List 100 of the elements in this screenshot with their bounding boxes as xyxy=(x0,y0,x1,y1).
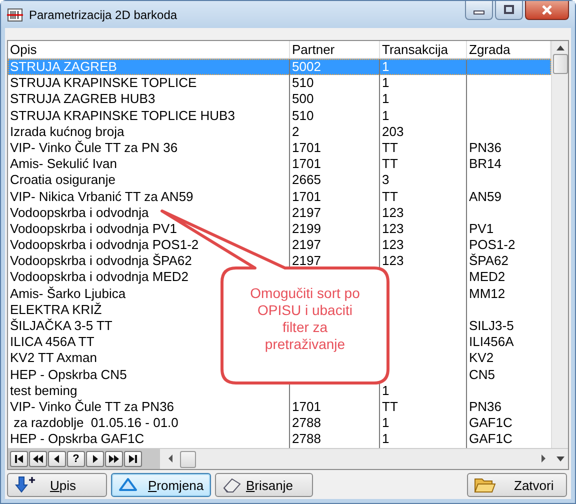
column-header[interactable]: Opis xyxy=(8,41,290,58)
window-title: Parametrizacija 2D barkoda xyxy=(29,8,178,22)
close-window-button[interactable]: Zatvori xyxy=(467,473,567,497)
scroll-down-icon[interactable] xyxy=(556,456,564,462)
table-cell: HEP - Opskrba CN5 xyxy=(10,366,127,382)
horizontal-scrollbar[interactable] xyxy=(160,449,552,469)
add-button[interactable]: Upis xyxy=(7,473,107,497)
table-cell: Vodoopskrba i odvodnja POS1-2 xyxy=(10,237,199,252)
triangle-icon xyxy=(118,477,138,493)
table-cell: MM12 xyxy=(469,286,506,301)
table-cell: 510 xyxy=(292,108,314,123)
first-record-button[interactable] xyxy=(10,451,28,467)
previous-record-button[interactable] xyxy=(48,451,66,467)
table-cell: 5002 xyxy=(292,59,321,74)
table-cell: 2199 xyxy=(292,220,321,236)
table-cell: 2197 xyxy=(292,204,321,220)
scroll-right-icon[interactable] xyxy=(541,454,546,463)
table-cell: TT xyxy=(382,140,398,155)
eraser-icon xyxy=(222,476,242,494)
table-cell: 2197 xyxy=(292,237,321,252)
table-cell: 2788 xyxy=(292,415,321,430)
table-cell: ŠPA62 xyxy=(469,253,509,268)
table-cell: 203 xyxy=(382,124,404,139)
scroll-thumb[interactable] xyxy=(552,54,568,74)
table-cell: ŠILJAČKA 3-5 TT xyxy=(10,318,112,333)
table-cell: Amis- Šarko Ljubica xyxy=(10,286,126,301)
table-cell: Amis- Sekulić Ivan xyxy=(10,156,117,172)
scroll-thumb[interactable] xyxy=(180,451,196,468)
table-cell: Croatia osiguranje xyxy=(10,172,116,188)
column-header[interactable]: Partner xyxy=(290,41,380,58)
close-icon xyxy=(540,5,554,15)
table-cell: 1 xyxy=(382,59,390,74)
scroll-left-icon[interactable] xyxy=(168,454,173,463)
table-cell: 3 xyxy=(382,172,390,188)
callout-text: Omogučiti sort po OPISU i ubaciti filter za pretraživanje xyxy=(249,285,361,353)
next-page-button[interactable] xyxy=(105,451,123,467)
table-cell: 1 xyxy=(382,382,390,398)
table-cell: 2 xyxy=(292,124,300,139)
table-cell: 123 xyxy=(382,237,404,252)
column-header[interactable]: Transakcija xyxy=(380,41,467,58)
minimize-button[interactable] xyxy=(465,1,493,20)
table-cell: 1 xyxy=(382,415,390,430)
table-cell: HEP - Opskrba GAF1C xyxy=(10,431,144,446)
table-cell: SILJ3-5 xyxy=(469,318,514,333)
table-cell-text: za razdoblje 01.05.16 - 01.0 xyxy=(12,415,178,430)
table-cell: 2788 xyxy=(292,431,321,446)
delete-button[interactable]: Brisanje xyxy=(215,473,313,497)
folder-icon xyxy=(474,476,496,494)
double-right-icon xyxy=(108,453,120,465)
table-cell: AN59 xyxy=(469,188,502,204)
double-left-icon xyxy=(32,453,44,465)
table-cell: 500 xyxy=(292,91,314,106)
table-cell: Vodoopskrba i odvodnja MED2 xyxy=(10,269,189,284)
table-cell: ILI456A xyxy=(469,334,514,350)
table-cell: BR14 xyxy=(469,156,502,172)
table-cell: GAF1C xyxy=(469,431,512,446)
help-button[interactable]: ? xyxy=(67,451,85,467)
table-cell: VIP- Vinko Čule TT za PN36 xyxy=(10,398,174,414)
table-cell: PN36 xyxy=(469,398,502,414)
table-cell: 123 xyxy=(382,253,404,268)
next-record-button[interactable] xyxy=(86,451,104,467)
table-cell: STRUJA KRAPINSKE TOPLICE xyxy=(10,75,197,90)
table-cell: PN36 xyxy=(469,140,502,155)
table-cell: 123 xyxy=(382,204,404,220)
table-cell: 510 xyxy=(292,75,314,90)
arrow-plus-icon xyxy=(14,476,36,494)
last-record-button[interactable] xyxy=(124,451,142,467)
table-cell: 1 xyxy=(382,431,390,446)
table-cell: 1701 xyxy=(292,140,321,155)
skip-start-icon xyxy=(13,453,25,465)
table-cell: GAF1C xyxy=(469,415,512,430)
edit-button[interactable]: Promjena xyxy=(111,473,211,497)
previous-page-button[interactable] xyxy=(29,451,47,467)
table-cell: 1 xyxy=(382,108,390,123)
table-cell: KV2 xyxy=(469,350,494,366)
table-cell: 123 xyxy=(382,220,404,236)
table-cell: ILICA 456A TT xyxy=(10,334,94,350)
table-cell: Vodoopskrba i odvodnja xyxy=(10,204,149,220)
table-cell: CN5 xyxy=(469,366,496,382)
table-cell: TT xyxy=(382,188,398,204)
table-cell: ELEKTRA KRIŽ xyxy=(10,302,102,317)
table-cell: TT xyxy=(382,156,398,172)
skip-end-icon xyxy=(127,453,139,465)
table-cell: POS1-2 xyxy=(469,237,516,252)
maximize-button[interactable] xyxy=(495,1,523,20)
table-cell: 2197 xyxy=(292,253,321,268)
vertical-scrollbar[interactable] xyxy=(551,41,568,448)
table-cell: STRUJA ZAGREB HUB3 xyxy=(10,91,156,106)
table-cell: test beming xyxy=(10,382,78,398)
maximize-icon xyxy=(503,5,515,15)
table-cell: VIP- Vinko Čule TT za PN 36 xyxy=(10,140,178,155)
table-cell: KV2 TT Axman xyxy=(10,350,97,366)
table-cell: 2665 xyxy=(292,172,321,188)
table-cell: Vodoopskrba i odvodnja ŠPA62 xyxy=(10,253,192,268)
table-cell: TT xyxy=(382,398,398,414)
close-button[interactable] xyxy=(525,1,569,20)
table-cell: PV1 xyxy=(469,220,494,236)
table-cell: 1 xyxy=(382,91,390,106)
table-cell: MED2 xyxy=(469,269,506,284)
scroll-up-icon[interactable] xyxy=(556,45,564,51)
